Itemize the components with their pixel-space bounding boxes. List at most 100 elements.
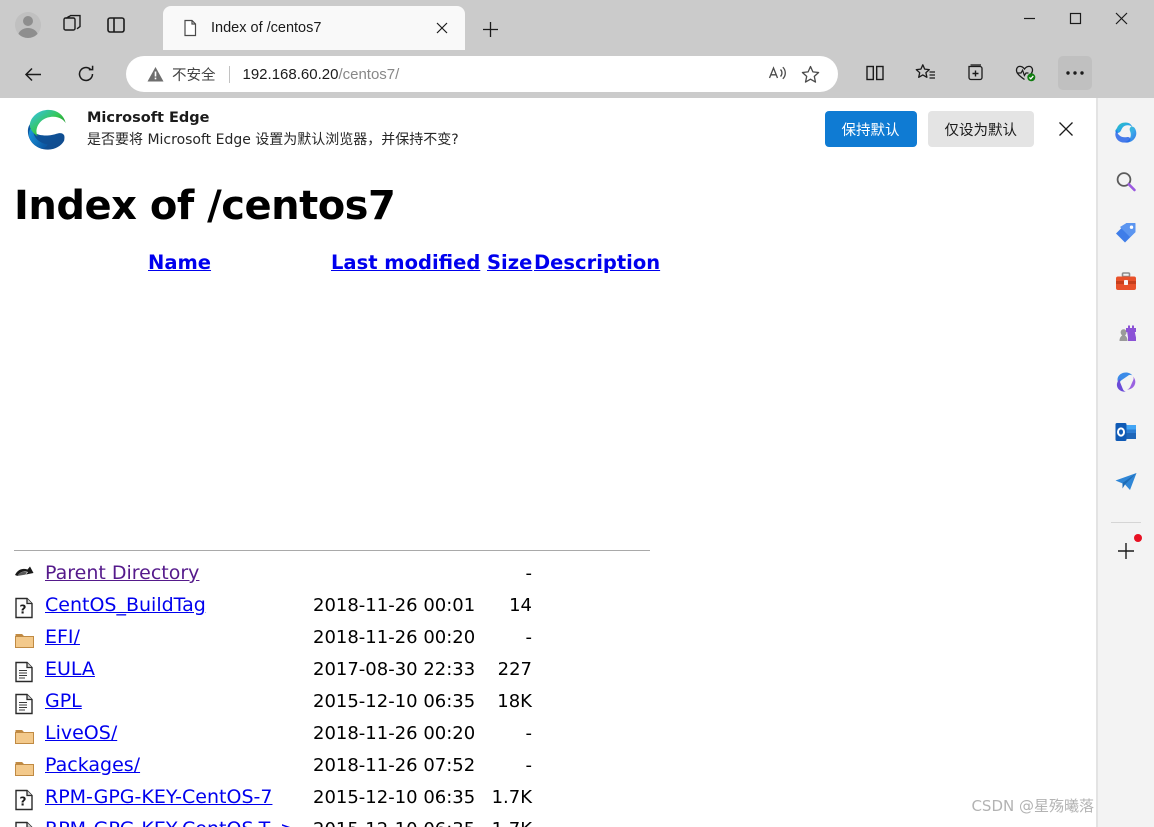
sidebar-item-telegram[interactable] xyxy=(1106,462,1146,502)
sidebar-item-microsoft365[interactable] xyxy=(1106,362,1146,402)
send-icon xyxy=(1115,473,1137,490)
page-title: Index of /centos7 xyxy=(14,183,396,229)
directory-listing: Name Last modified Size Description Pare… xyxy=(0,251,1098,827)
file-link[interactable]: RPM-GPG-KEY-CentOS-T..> xyxy=(45,818,296,827)
file-link[interactable]: GPL xyxy=(45,690,82,712)
file-link[interactable]: LiveOS/ xyxy=(45,722,117,744)
star-icon xyxy=(801,65,819,83)
column-header-description[interactable]: Description xyxy=(534,251,660,274)
minimize-button[interactable] xyxy=(1006,0,1052,36)
sidebar-customize-button[interactable] xyxy=(1106,531,1146,571)
profile-button[interactable] xyxy=(8,9,48,41)
split-screen-button[interactable] xyxy=(858,56,892,90)
browser-essentials-icon xyxy=(1015,65,1036,82)
games-icon xyxy=(1119,325,1136,341)
plus-icon xyxy=(482,21,498,37)
back-arrow-icon xyxy=(24,67,41,81)
omnibox-divider xyxy=(228,65,230,83)
tab-title: Index of /centos7 xyxy=(211,20,322,36)
add-to-collections-button[interactable] xyxy=(958,56,992,90)
banner-close-button[interactable] xyxy=(1048,111,1084,147)
settings-and-more-button[interactable] xyxy=(1058,56,1092,90)
column-header-size[interactable]: Size xyxy=(487,251,532,274)
column-header-name[interactable]: Name xyxy=(148,251,211,274)
tab-actions-button[interactable] xyxy=(52,9,92,41)
sidebar-item-search[interactable] xyxy=(1106,162,1146,202)
browser-window: Index of /centos7 不安全 192.168.60.20 /cen… xyxy=(0,0,1154,827)
default-browser-banner: Microsoft Edge 是否要将 Microsoft Edge 设置为默认… xyxy=(0,98,1098,160)
tab-close-button[interactable] xyxy=(429,15,455,41)
maximize-icon xyxy=(1069,12,1081,24)
browser-essentials-button[interactable] xyxy=(1008,56,1042,90)
folder-icon xyxy=(15,730,34,744)
favorites-button[interactable] xyxy=(908,56,942,90)
folder-icon xyxy=(14,725,35,747)
sidebar-item-outlook[interactable] xyxy=(1106,412,1146,452)
watermark: CSDN @星殇曦落 xyxy=(971,797,1094,815)
file-link[interactable]: RPM-GPG-KEY-CentOS-7 xyxy=(45,786,272,808)
set-default-only-button[interactable]: 仅设为默认 xyxy=(927,111,1034,147)
close-icon xyxy=(1059,122,1073,136)
vertical-tabs-button[interactable] xyxy=(96,9,136,41)
refresh-button[interactable] xyxy=(69,57,103,91)
file-link[interactable]: Parent Directory xyxy=(45,562,199,584)
url-host: 192.168.60.20 xyxy=(242,65,339,83)
sidebar-item-tools[interactable] xyxy=(1106,262,1146,302)
maximize-button[interactable] xyxy=(1052,0,1098,36)
add-to-collections-icon xyxy=(967,64,983,81)
text-file-icon xyxy=(15,693,33,715)
browser-tab[interactable]: Index of /centos7 xyxy=(163,6,465,50)
file-size: 227 xyxy=(497,659,532,680)
table-row: Parent Directory - xyxy=(0,561,1098,593)
unknown-file-icon: ? xyxy=(14,821,35,827)
file-size: 1.7K xyxy=(420,819,532,827)
parent-directory-icon xyxy=(15,566,34,576)
address-bar[interactable]: 不安全 192.168.60.20/centos7/ xyxy=(126,56,838,92)
parent-directory-icon xyxy=(14,565,35,587)
window-controls xyxy=(1006,0,1144,36)
read-aloud-icon xyxy=(768,66,786,80)
table-row: ? RPM-GPG-KEY-CentOS-7 2015-12-10 06:35 1.7… xyxy=(0,785,1098,817)
read-aloud-button[interactable] xyxy=(762,59,794,89)
column-header-last-modified[interactable]: Last modified xyxy=(331,251,480,274)
folder-icon xyxy=(14,757,35,779)
banner-message: 是否要将 Microsoft Edge 设置为默认浏览器，并保持不变? xyxy=(87,131,459,148)
sidebar-item-shopping[interactable] xyxy=(1106,212,1146,252)
add-favorite-button[interactable] xyxy=(794,59,826,89)
banner-text-group: Microsoft Edge 是否要将 Microsoft Edge 设置为默认… xyxy=(87,109,459,150)
table-row: GPL 2015-12-10 06:35 18K xyxy=(0,689,1098,721)
copilot-icon xyxy=(1114,122,1136,143)
new-tab-button[interactable] xyxy=(476,15,504,43)
microsoft365-icon xyxy=(1116,372,1136,392)
sidebar-divider xyxy=(1111,522,1141,523)
close-window-button[interactable] xyxy=(1098,0,1144,36)
shopping-tag-icon xyxy=(1116,223,1136,243)
listing-top-divider xyxy=(14,550,650,551)
file-link[interactable]: EFI/ xyxy=(45,626,80,648)
file-link[interactable]: CentOS_BuildTag xyxy=(45,594,206,616)
table-row: Packages/2018-11-26 07:52- xyxy=(0,753,1098,785)
split-screen-icon xyxy=(866,65,884,81)
file-size: 1.7K xyxy=(491,787,532,808)
omnibox-actions xyxy=(762,59,830,89)
warning-triangle-icon xyxy=(147,66,164,81)
banner-actions: 保持默认 仅设为默认 xyxy=(824,111,1099,147)
file-link[interactable]: EULA xyxy=(45,658,95,680)
back-button[interactable] xyxy=(16,57,50,91)
titlebar-icon-group xyxy=(8,9,136,41)
page-icon xyxy=(184,19,197,37)
svg-text:?: ? xyxy=(20,795,27,809)
edge-logo-icon xyxy=(27,109,66,150)
file-size: - xyxy=(525,627,533,648)
sidebar-item-copilot[interactable] xyxy=(1106,112,1146,152)
file-link[interactable]: Packages/ xyxy=(45,754,140,776)
plus-icon xyxy=(1118,543,1134,559)
text-file-icon xyxy=(15,661,33,683)
search-icon xyxy=(1116,172,1136,192)
sidebar-item-games[interactable] xyxy=(1106,312,1146,352)
table-row: EFI/2018-11-26 00:20- xyxy=(0,625,1098,657)
keep-default-button[interactable]: 保持默认 xyxy=(824,111,917,147)
table-row: ?RPM-GPG-KEY-CentOS-T..>2015-12-10 06:35… xyxy=(0,817,1098,827)
unknown-file-icon: ? xyxy=(15,597,33,619)
text-file-icon xyxy=(14,661,35,683)
